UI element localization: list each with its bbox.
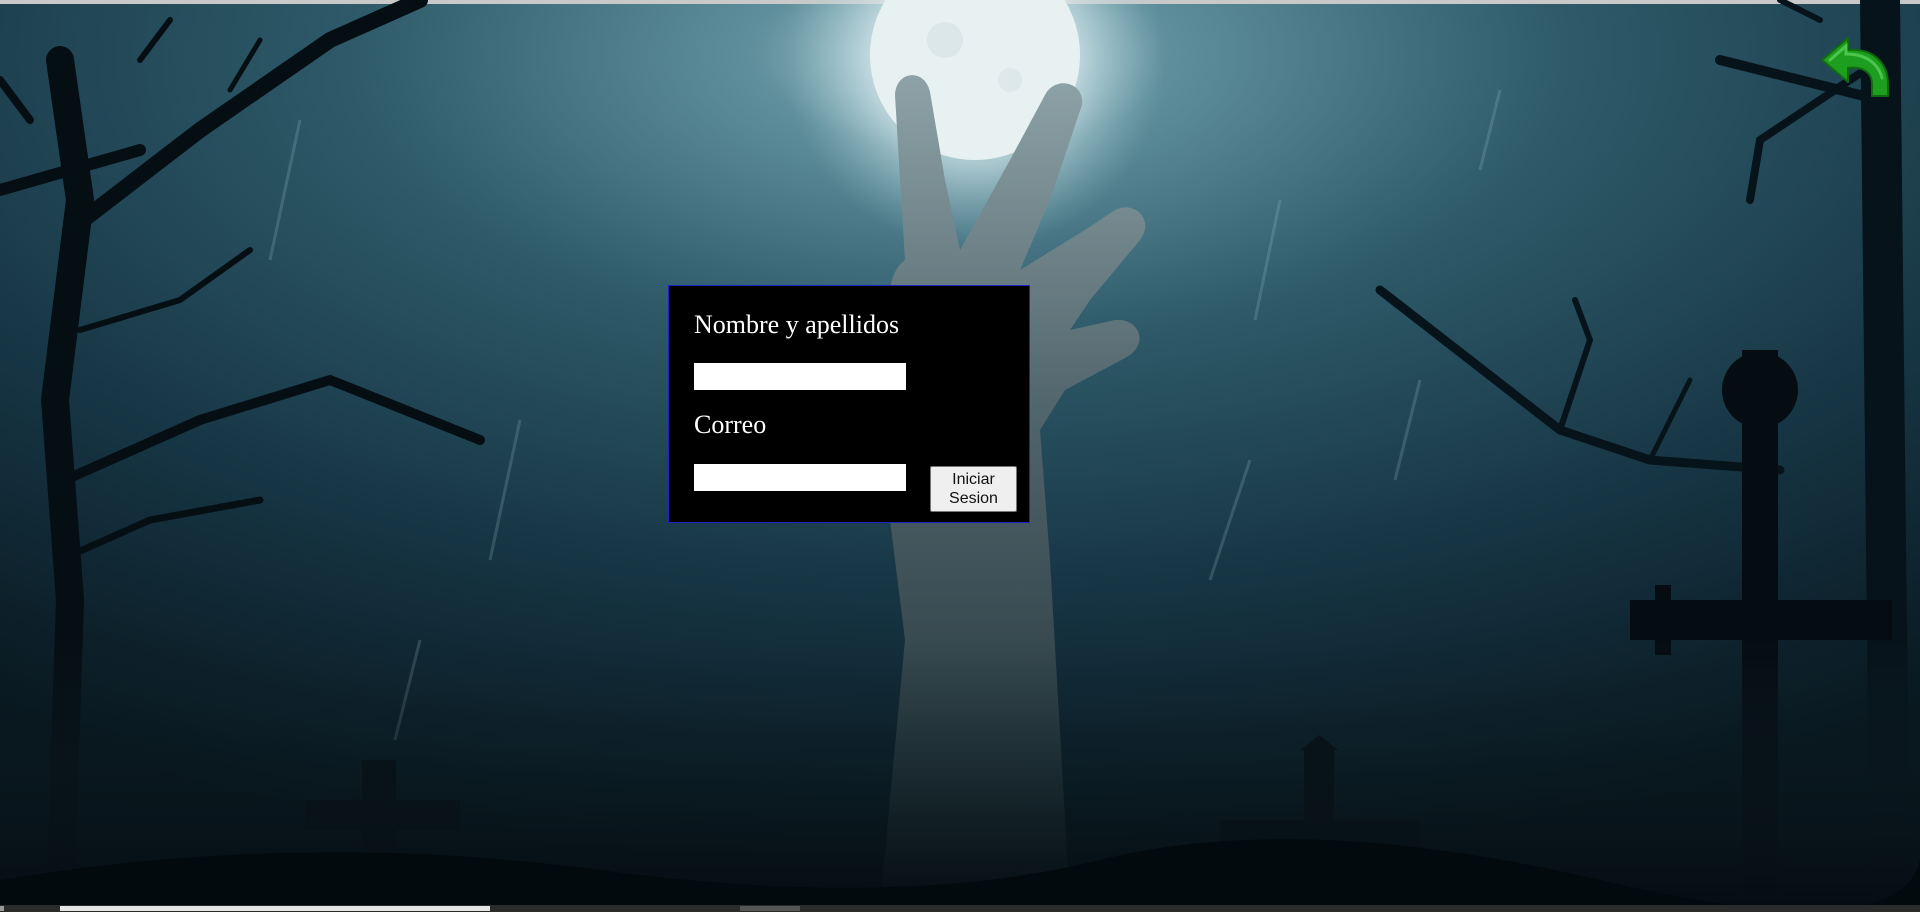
name-label: Nombre y apellidos — [694, 310, 900, 339]
scrollbar-marker — [740, 906, 800, 911]
login-form: Nombre y apellidos Correo Iniciar Sesion — [668, 285, 1030, 523]
scroll-left-icon[interactable] — [0, 906, 4, 911]
email-label: Correo — [694, 410, 767, 439]
back-arrow-icon — [1821, 37, 1889, 97]
horizontal-scrollbar[interactable] — [0, 905, 1920, 912]
page: Nombre y apellidos Correo Iniciar Sesion — [0, 0, 1920, 912]
login-button[interactable]: Iniciar Sesion — [930, 466, 1017, 512]
scrollbar-thumb[interactable] — [60, 906, 490, 911]
email-input[interactable] — [694, 464, 906, 491]
name-input[interactable] — [694, 363, 906, 390]
back-arrow-button[interactable] — [1816, 34, 1894, 100]
